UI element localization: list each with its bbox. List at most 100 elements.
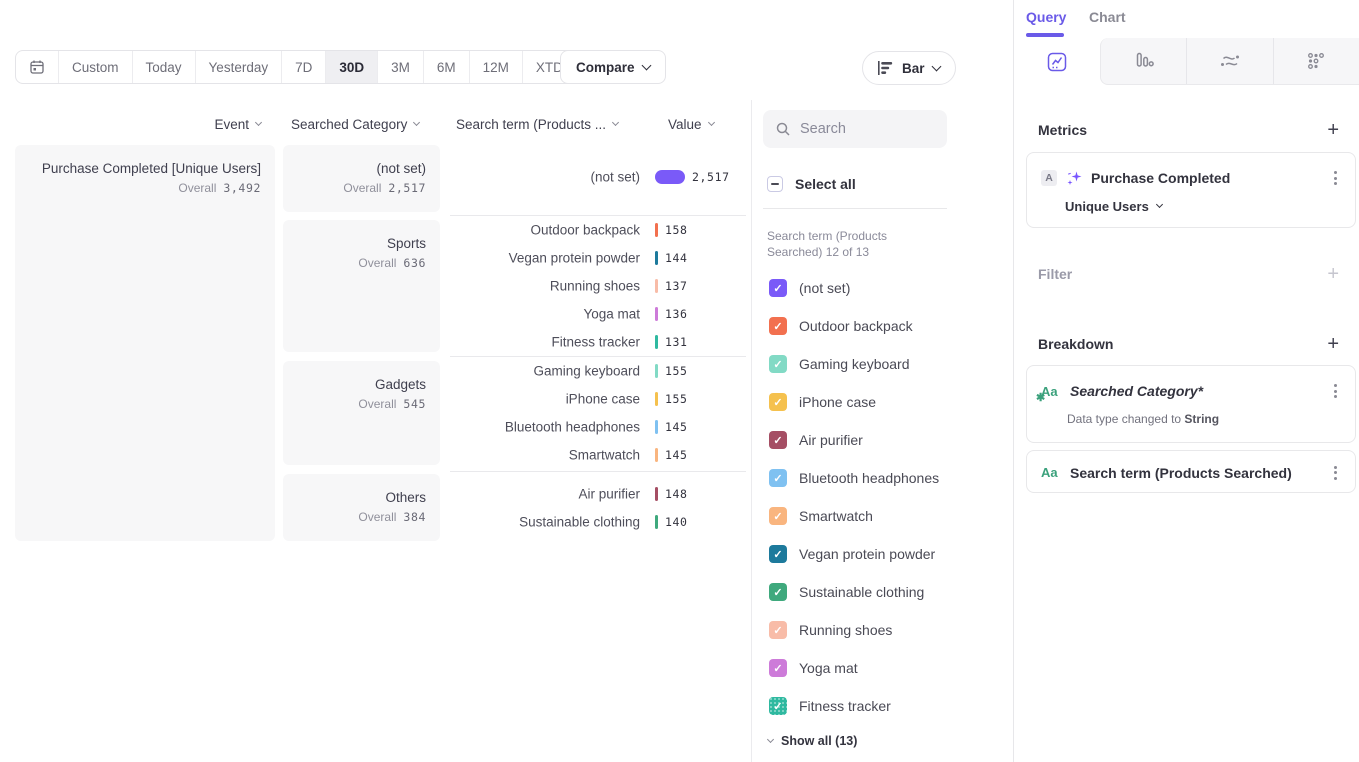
chevron-down-icon <box>931 61 941 71</box>
breakdown-property-name[interactable]: Search term (Products Searched) <box>1070 465 1321 481</box>
metrics-section-heading: Metrics <box>1038 120 1339 140</box>
date-range-30d-selected[interactable]: 30D <box>325 51 377 83</box>
tab-chart[interactable]: Chart <box>1089 9 1126 25</box>
value-bar[interactable] <box>655 448 658 462</box>
breakdown-card: Aa Search term (Products Searched) <box>1026 450 1356 493</box>
search-term-label: Fitness tracker <box>450 335 640 350</box>
insights-icon <box>1046 51 1068 73</box>
funnels-report-tab[interactable] <box>1101 38 1186 84</box>
add-breakdown-button[interactable] <box>1327 334 1339 354</box>
string-type-icon: Aa <box>1041 465 1061 480</box>
checkbox-checked[interactable] <box>769 355 787 373</box>
aggregation-dropdown[interactable]: Unique Users <box>1065 199 1162 214</box>
value-bar[interactable] <box>655 392 658 406</box>
filter-item[interactable]: (not set) <box>752 269 1013 307</box>
filter-item[interactable]: Smartwatch <box>752 497 1013 535</box>
filter-list-caption: Search term (Products Searched) 12 of 13 <box>767 228 907 260</box>
chevron-down-icon <box>707 119 714 126</box>
category-cell-not-set[interactable]: (not set) Overall2,517 <box>283 145 440 212</box>
date-range-6m[interactable]: 6M <box>423 51 469 83</box>
search-input[interactable] <box>800 121 930 137</box>
date-range-3m[interactable]: 3M <box>377 51 423 83</box>
search-term-label: Bluetooth headphones <box>450 420 640 435</box>
category-cell-gadgets[interactable]: Gadgets Overall545 <box>283 361 440 465</box>
bar-chart-icon <box>878 61 894 75</box>
filter-item[interactable]: Air purifier <box>752 421 1013 459</box>
search-term-label: Outdoor backpack <box>450 223 640 238</box>
chart-type-selector[interactable]: Bar <box>862 51 956 85</box>
checkbox-checked[interactable] <box>769 697 787 715</box>
add-metric-button[interactable] <box>1327 120 1339 140</box>
compare-button[interactable]: Compare <box>560 50 666 84</box>
column-header-category[interactable]: Searched Category <box>291 117 419 132</box>
value-bar[interactable] <box>655 251 658 265</box>
column-header-term[interactable]: Search term (Products ... <box>456 117 618 132</box>
column-header-value[interactable]: Value <box>668 117 714 132</box>
checkbox-checked[interactable] <box>769 545 787 563</box>
checkbox-checked[interactable] <box>769 317 787 335</box>
search-term-label: Running shoes <box>450 279 640 294</box>
checkbox-checked[interactable] <box>769 469 787 487</box>
search-box[interactable] <box>763 110 947 148</box>
kebab-menu-icon[interactable] <box>1330 462 1341 484</box>
checkbox-checked[interactable] <box>769 507 787 525</box>
checkbox-checked[interactable] <box>769 393 787 411</box>
modified-asterisk-icon: ✱ <box>1036 391 1045 404</box>
search-term-label: iPhone case <box>450 392 640 407</box>
value-bar[interactable] <box>655 515 658 529</box>
query-builder-panel: Query Chart <box>1013 0 1359 762</box>
column-header-event[interactable]: Event <box>15 117 261 132</box>
divider <box>450 471 746 472</box>
value-bar[interactable] <box>655 223 658 237</box>
string-type-icon: Aa✱ <box>1041 384 1061 399</box>
show-all-toggle[interactable]: Show all (13) <box>768 730 857 752</box>
date-range-7d[interactable]: 7D <box>281 51 325 83</box>
value-bar[interactable] <box>655 307 658 321</box>
filter-item[interactable]: Fitness tracker <box>752 687 1013 725</box>
active-tab-underline <box>1026 33 1064 37</box>
insights-report-tab-active[interactable] <box>1014 38 1100 85</box>
date-range-12m[interactable]: 12M <box>469 51 522 83</box>
value-bar[interactable] <box>655 279 658 293</box>
date-range-today[interactable]: Today <box>132 51 195 83</box>
checkbox-checked[interactable] <box>769 431 787 449</box>
date-range-custom[interactable]: Custom <box>58 51 132 83</box>
value-bar[interactable] <box>655 335 658 349</box>
value-bar[interactable] <box>655 487 658 501</box>
filter-item[interactable]: Outdoor backpack <box>752 307 1013 345</box>
checkbox-checked[interactable] <box>769 659 787 677</box>
search-term-label: Sustainable clothing <box>450 515 640 530</box>
filter-item[interactable]: Yoga mat <box>752 649 1013 687</box>
checkbox-checked[interactable] <box>769 583 787 601</box>
checkbox-checked[interactable] <box>769 621 787 639</box>
flows-report-tab[interactable] <box>1186 38 1272 84</box>
filter-item[interactable]: Running shoes <box>752 611 1013 649</box>
filter-item[interactable]: Bluetooth headphones <box>752 459 1013 497</box>
select-all-checkbox[interactable] <box>767 176 783 192</box>
category-cell-sports[interactable]: Sports Overall636 <box>283 220 440 352</box>
chevron-down-icon <box>255 119 262 126</box>
event-sparkle-icon <box>1066 170 1082 186</box>
add-filter-button[interactable] <box>1327 264 1339 284</box>
value-bar[interactable] <box>655 170 685 184</box>
checkbox-checked[interactable] <box>769 279 787 297</box>
select-all[interactable]: Select all <box>767 171 856 197</box>
metric-event-name[interactable]: Purchase Completed <box>1091 170 1321 186</box>
event-cell[interactable]: Purchase Completed [Unique Users] Overal… <box>15 145 275 541</box>
breakdown-property-name[interactable]: Searched Category* <box>1070 383 1321 399</box>
value-bar[interactable] <box>655 420 658 434</box>
filter-item[interactable]: Sustainable clothing <box>752 573 1013 611</box>
kebab-menu-icon[interactable] <box>1330 167 1341 189</box>
kebab-menu-icon[interactable] <box>1330 380 1341 402</box>
tab-query[interactable]: Query <box>1026 9 1066 25</box>
retention-report-tab[interactable] <box>1273 38 1359 84</box>
category-cell-others[interactable]: Others Overall384 <box>283 474 440 541</box>
search-term-label: Air purifier <box>450 487 640 502</box>
date-range-yesterday[interactable]: Yesterday <box>195 51 282 83</box>
filter-item[interactable]: Vegan protein powder <box>752 535 1013 573</box>
calendar-icon[interactable] <box>16 51 58 83</box>
filter-item[interactable]: Gaming keyboard <box>752 345 1013 383</box>
filter-item[interactable]: iPhone case <box>752 383 1013 421</box>
report-type-tabs <box>1014 38 1359 85</box>
value-bar[interactable] <box>655 364 658 378</box>
